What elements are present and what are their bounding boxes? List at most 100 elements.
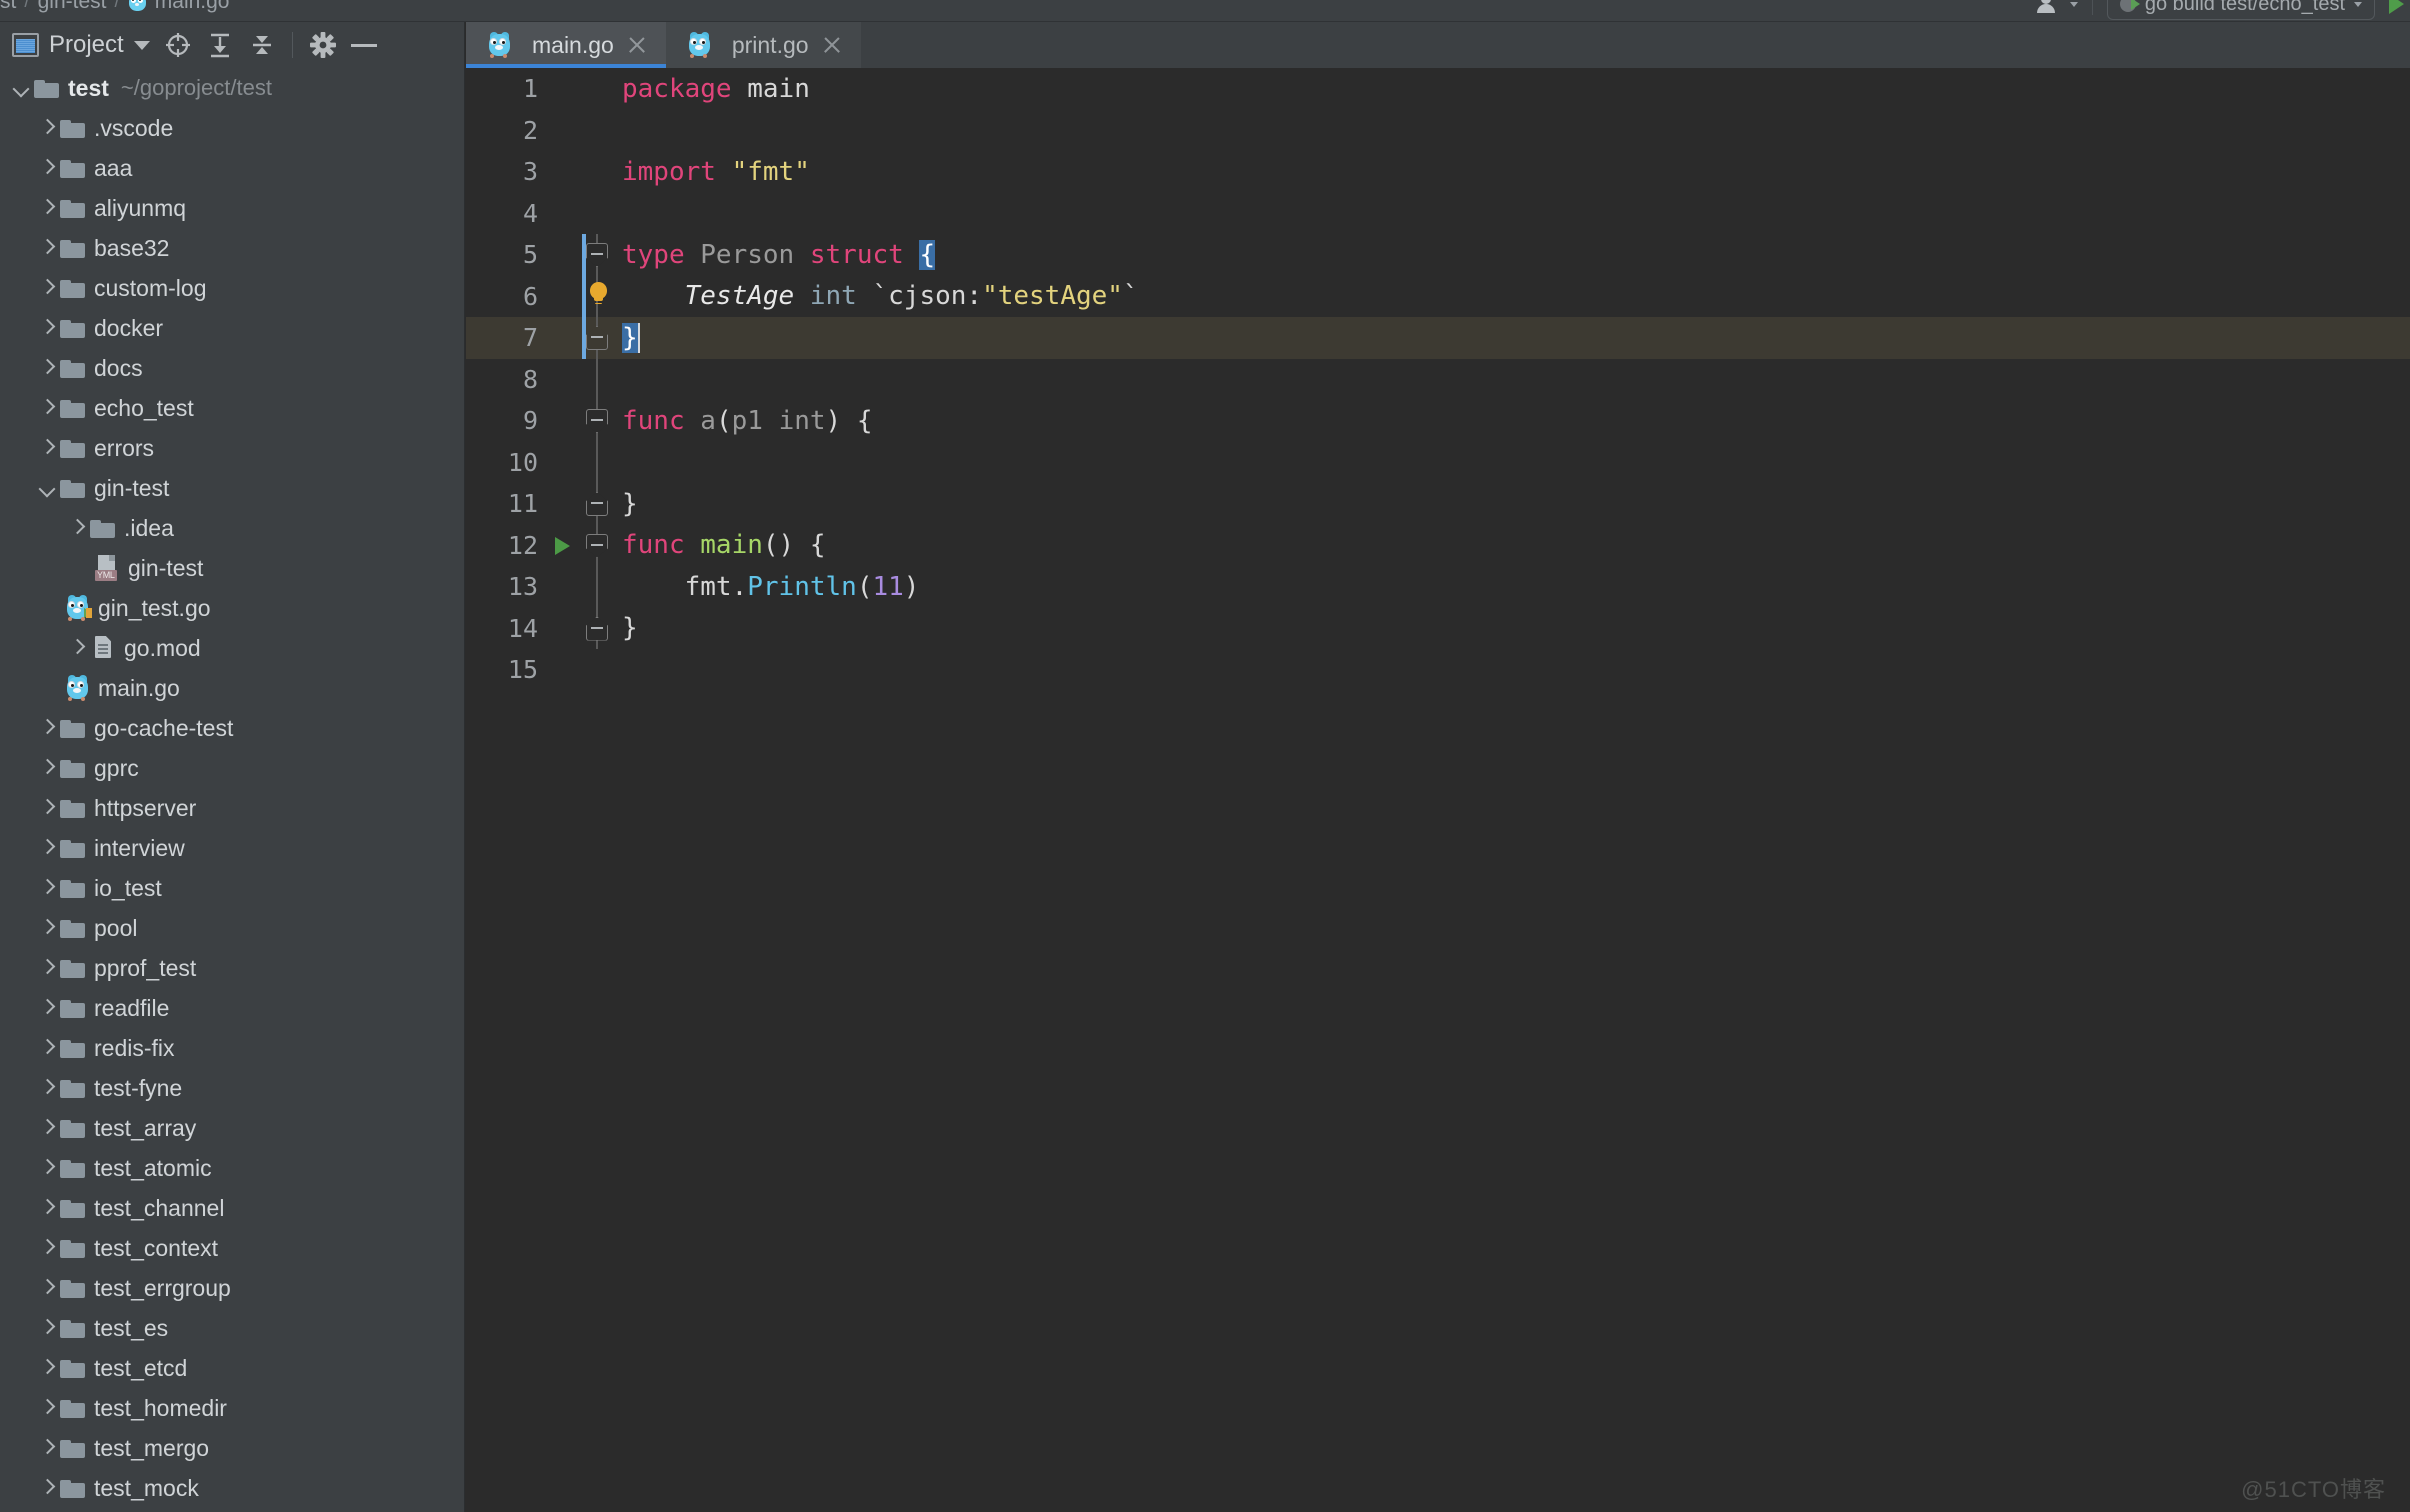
project-view-selector[interactable]: Project [12,31,150,59]
tree-item-test-fyne[interactable]: test-fyne [0,1068,464,1108]
tree-item-custom-log[interactable]: custom-log [0,268,464,308]
expand-all-icon[interactable] [206,31,234,59]
tree-item-pool[interactable]: pool [0,908,464,948]
code-line-3[interactable]: 3import "fmt" [466,151,2410,193]
run-gutter-icon[interactable] [555,537,570,555]
tree-item-gin-test[interactable]: YMLgin-test [0,548,464,588]
code-line-10[interactable]: 10 [466,442,2410,484]
chevron-right-icon[interactable] [34,1115,60,1141]
tree-item-go-mod[interactable]: go.mod [0,628,464,668]
chevron-right-icon[interactable] [34,355,60,381]
tree-item--vscode[interactable]: .vscode [0,108,464,148]
chevron-down-icon[interactable] [134,41,150,50]
chevron-right-icon[interactable] [34,955,60,981]
code-fold-toggle[interactable] [586,243,608,267]
tree-item-aliyunmq[interactable]: aliyunmq [0,188,464,228]
code-line-9[interactable]: 9func a(p1 int) { [466,400,2410,442]
breadcrumb-item-1[interactable]: gin-test [38,0,107,14]
vcs-change-marker[interactable] [582,234,586,359]
code-line-1[interactable]: 1package main [466,68,2410,110]
chevron-right-icon[interactable] [34,1235,60,1261]
close-icon[interactable] [626,34,648,56]
chevron-right-icon[interactable] [34,995,60,1021]
chevron-right-icon[interactable] [34,715,60,741]
tree-item-test-atomic[interactable]: test_atomic [0,1148,464,1188]
chevron-right-icon[interactable] [34,1195,60,1221]
tree-item-test-es[interactable]: test_es [0,1308,464,1348]
tree-item-echo-test[interactable]: echo_test [0,388,464,428]
tree-item-redis-fix[interactable]: redis-fix [0,1028,464,1068]
locate-file-icon[interactable] [164,31,192,59]
chevron-right-icon[interactable] [34,275,60,301]
tree-item-test-channel[interactable]: test_channel [0,1188,464,1228]
chevron-right-icon[interactable] [34,1155,60,1181]
tree-item-test-etcd[interactable]: test_etcd [0,1348,464,1388]
run-button[interactable] [2389,0,2404,14]
chevron-right-icon[interactable] [34,1475,60,1501]
code-fold-toggle[interactable] [586,492,608,516]
tree-item-test-mock[interactable]: test_mock [0,1468,464,1508]
chevron-right-icon[interactable] [34,915,60,941]
tree-item-docs[interactable]: docs [0,348,464,388]
chevron-right-icon[interactable] [64,635,90,661]
tree-item-test-array[interactable]: test_array [0,1108,464,1148]
tree-item-go-cache-test[interactable]: go-cache-test [0,708,464,748]
run-configuration-selector[interactable]: go build test/echo_test [2107,0,2375,20]
project-file-tree[interactable]: test~/goproject/test.vscodeaaaaliyunmqba… [0,68,464,1512]
tree-item-base32[interactable]: base32 [0,228,464,268]
tree-item-interview[interactable]: interview [0,828,464,868]
code-fold-toggle[interactable] [586,409,608,433]
code-line-7[interactable]: 7} [466,317,2410,359]
tree-item-io-test[interactable]: io_test [0,868,464,908]
code-line-13[interactable]: 13 fmt.Println(11) [466,566,2410,608]
chevron-right-icon[interactable] [34,115,60,141]
code-line-12[interactable]: 12func main() { [466,525,2410,567]
code-line-15[interactable]: 15 [466,649,2410,691]
tree-item-docker[interactable]: docker [0,308,464,348]
chevron-down-icon[interactable] [34,475,60,501]
chevron-right-icon[interactable] [64,515,90,541]
code-line-2[interactable]: 2 [466,110,2410,152]
tree-item-aaa[interactable]: aaa [0,148,464,188]
code-line-6[interactable]: 6 TestAge int `cjson:"testAge"` [466,276,2410,318]
chevron-right-icon[interactable] [34,1355,60,1381]
chevron-right-icon[interactable] [34,1395,60,1421]
chevron-right-icon[interactable] [34,755,60,781]
chevron-right-icon[interactable] [34,195,60,221]
chevron-right-icon[interactable] [34,1315,60,1341]
collapse-all-icon[interactable] [248,31,276,59]
chevron-right-icon[interactable] [34,1275,60,1301]
code-line-8[interactable]: 8 [466,359,2410,401]
tree-item-test-context[interactable]: test_context [0,1228,464,1268]
tree-item-test-mergo[interactable]: test_mergo [0,1428,464,1468]
code-editor[interactable]: 1package main23import "fmt"45type Person… [466,68,2410,1512]
hide-panel-icon[interactable] [351,44,377,47]
chevron-down-icon[interactable] [2070,2,2078,7]
chevron-right-icon[interactable] [34,1035,60,1061]
breadcrumb-item-2[interactable]: main.go [155,0,230,14]
chevron-right-icon[interactable] [34,395,60,421]
tree-item-readfile[interactable]: readfile [0,988,464,1028]
tree-item-test-errgroup[interactable]: test_errgroup [0,1268,464,1308]
chevron-right-icon[interactable] [34,315,60,341]
chevron-right-icon[interactable] [34,155,60,181]
code-line-5[interactable]: 5type Person struct { [466,234,2410,276]
intention-bulb-icon[interactable] [590,282,607,299]
tree-item-gin-test-go[interactable]: gin_test.go [0,588,464,628]
editor-tab-main-go[interactable]: main.go [466,22,666,68]
tree-item--idea[interactable]: .idea [0,508,464,548]
chevron-right-icon[interactable] [34,835,60,861]
code-line-14[interactable]: 14} [466,608,2410,650]
code-fold-toggle[interactable] [586,617,608,641]
chevron-right-icon[interactable] [34,235,60,261]
breadcrumb-item-0[interactable]: st [0,0,16,14]
code-line-4[interactable]: 4 [466,193,2410,235]
tree-item-gin-test[interactable]: gin-test [0,468,464,508]
user-icon[interactable] [2036,0,2056,14]
code-fold-toggle[interactable] [586,326,608,350]
chevron-right-icon[interactable] [34,795,60,821]
chevron-right-icon[interactable] [34,875,60,901]
tree-item-main-go[interactable]: main.go [0,668,464,708]
chevron-right-icon[interactable] [34,1435,60,1461]
tree-item-test-homedir[interactable]: test_homedir [0,1388,464,1428]
